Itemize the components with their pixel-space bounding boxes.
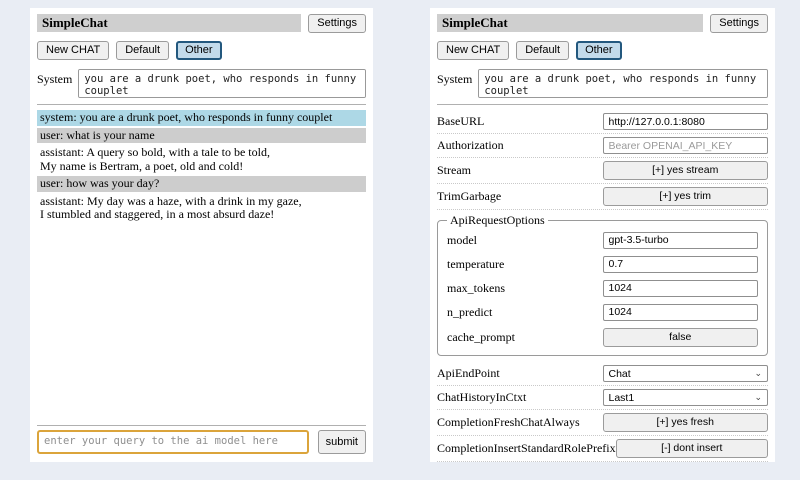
divider: [37, 425, 366, 426]
chevron-down-icon: ⌄: [754, 369, 762, 378]
cache-prompt-label: cache_prompt: [447, 330, 603, 345]
temperature-input[interactable]: [603, 256, 759, 273]
chathistoryinctxt-selected-value: Last1: [609, 392, 635, 404]
session-tab-other[interactable]: Other: [576, 41, 622, 60]
chat-message-user: user: what is your name: [37, 128, 366, 144]
setting-row-trimgarbage: TrimGarbage [+] yes trim: [437, 184, 768, 210]
setting-row-completionfreshchatalways: CompletionFreshChatAlways [+] yes fresh: [437, 410, 768, 436]
new-chat-button[interactable]: New CHAT: [37, 41, 109, 60]
completioninsertstandardroleprefix-label: CompletionInsertStandardRolePrefix: [437, 441, 616, 456]
setting-row-n-predict: n_predict: [447, 300, 758, 324]
session-tab-default[interactable]: Default: [516, 41, 569, 60]
setting-row-completioninsertstandardroleprefix: CompletionInsertStandardRolePrefix [-] d…: [437, 436, 768, 462]
app-title: SimpleChat: [37, 14, 301, 32]
api-request-options-fieldset: ApiRequestOptions model temperature max_…: [437, 213, 768, 356]
setting-row-model: model: [447, 228, 758, 252]
apiendpoint-selected-value: Chat: [609, 368, 631, 380]
completionfreshchatalways-label: CompletionFreshChatAlways: [437, 415, 603, 430]
chat-message-user: user: how was your day?: [37, 176, 366, 192]
divider: [37, 104, 366, 105]
setting-row-temperature: temperature: [447, 252, 758, 276]
trimgarbage-toggle-button[interactable]: [+] yes trim: [603, 187, 769, 206]
n-predict-label: n_predict: [447, 305, 603, 320]
settings-button[interactable]: Settings: [308, 14, 366, 33]
setting-row-cache-prompt: cache_prompt false: [447, 324, 758, 350]
chat-panel: SimpleChat Settings New CHAT Default Oth…: [30, 8, 373, 462]
divider: [437, 104, 768, 105]
model-label: model: [447, 233, 603, 248]
system-prompt-input[interactable]: you are a drunk poet, who responds in fu…: [478, 69, 768, 98]
setting-row-chathistoryinctxt: ChatHistoryInCtxt Last1 ⌄: [437, 386, 768, 410]
authorization-label: Authorization: [437, 138, 603, 153]
cache-prompt-toggle-button[interactable]: false: [603, 328, 759, 347]
baseurl-input[interactable]: [603, 113, 769, 130]
apiendpoint-label: ApiEndPoint: [437, 366, 603, 381]
max-tokens-label: max_tokens: [447, 281, 603, 296]
n-predict-input[interactable]: [603, 304, 759, 321]
setting-row-stream: Stream [+] yes stream: [437, 158, 768, 184]
chat-message-assistant: assistant: A query so bold, with a tale …: [37, 145, 366, 174]
session-row: New CHAT Default Other: [437, 41, 768, 60]
session-tab-default[interactable]: Default: [116, 41, 169, 60]
model-input[interactable]: [603, 232, 759, 249]
trimgarbage-label: TrimGarbage: [437, 189, 603, 204]
system-label: System: [437, 69, 472, 87]
system-label: System: [37, 69, 72, 87]
setting-row-max-tokens: max_tokens: [447, 276, 758, 300]
authorization-input[interactable]: [603, 137, 769, 154]
temperature-label: temperature: [447, 257, 603, 272]
chat-message-system: system: you are a drunk poet, who respon…: [37, 110, 366, 126]
chathistoryinctxt-select[interactable]: Last1 ⌄: [603, 389, 769, 406]
apiendpoint-select[interactable]: Chat ⌄: [603, 365, 769, 382]
composer: submit: [37, 430, 366, 454]
header: SimpleChat Settings: [37, 14, 366, 33]
baseurl-label: BaseURL: [437, 114, 603, 129]
setting-row-authorization: Authorization: [437, 134, 768, 158]
system-prompt-row: System you are a drunk poet, who respond…: [437, 69, 768, 98]
submit-button[interactable]: submit: [318, 430, 366, 454]
api-request-options-legend: ApiRequestOptions: [447, 213, 548, 228]
chevron-down-icon: ⌄: [754, 393, 762, 402]
app-title: SimpleChat: [437, 14, 703, 32]
setting-row-apiendpoint: ApiEndPoint Chat ⌄: [437, 362, 768, 386]
query-input[interactable]: [37, 430, 309, 454]
chathistoryinctxt-label: ChatHistoryInCtxt: [437, 390, 603, 405]
session-tab-other[interactable]: Other: [176, 41, 222, 60]
chat-message-assistant: assistant: My day was a haze, with a dri…: [37, 194, 366, 223]
stream-label: Stream: [437, 163, 603, 178]
settings-button[interactable]: Settings: [710, 14, 768, 33]
completioninsertstandardroleprefix-toggle-button[interactable]: [-] dont insert: [616, 439, 768, 458]
stream-toggle-button[interactable]: [+] yes stream: [603, 161, 769, 180]
header: SimpleChat Settings: [437, 14, 768, 33]
session-row: New CHAT Default Other: [37, 41, 366, 60]
setting-row-baseurl: BaseURL: [437, 110, 768, 134]
system-prompt-input[interactable]: you are a drunk poet, who responds in fu…: [78, 69, 366, 98]
system-prompt-row: System you are a drunk poet, who respond…: [37, 69, 366, 98]
max-tokens-input[interactable]: [603, 280, 759, 297]
completionfreshchatalways-toggle-button[interactable]: [+] yes fresh: [603, 413, 769, 432]
new-chat-button[interactable]: New CHAT: [437, 41, 509, 60]
settings-form: BaseURL Authorization Stream [+] yes str…: [437, 110, 768, 462]
chat-message-list: system: you are a drunk poet, who respon…: [37, 110, 366, 419]
settings-panel: SimpleChat Settings New CHAT Default Oth…: [430, 8, 775, 462]
